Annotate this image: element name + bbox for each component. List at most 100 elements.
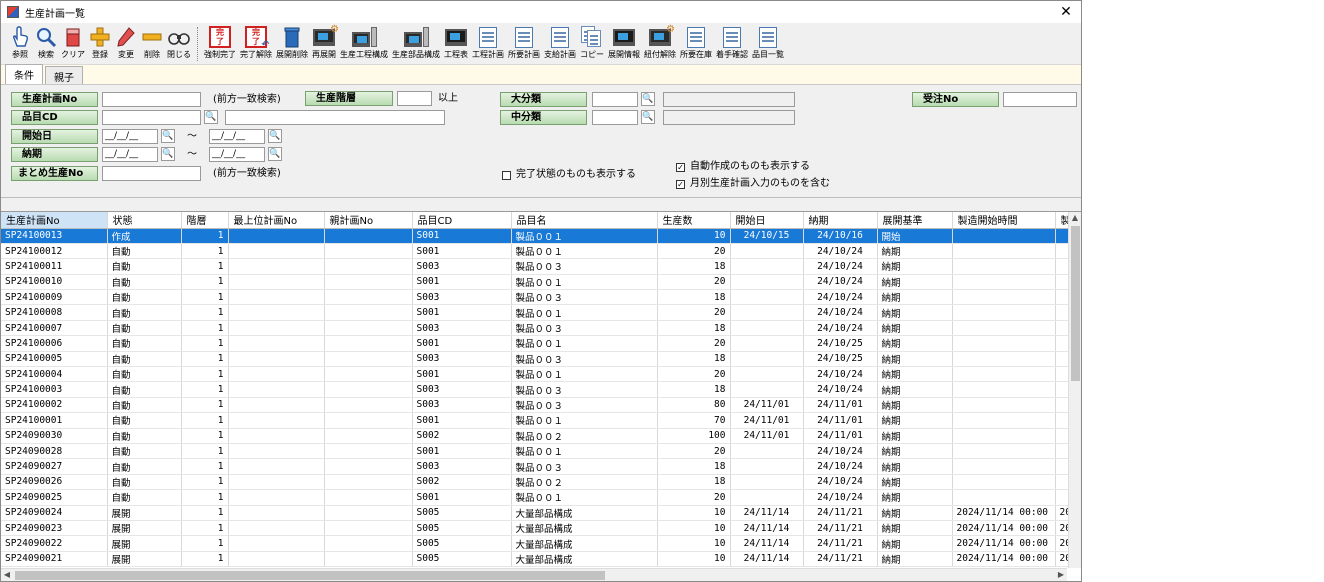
table-cell: S003 — [412, 289, 512, 306]
column-header[interactable]: 開始日 — [730, 212, 804, 229]
toolbar-button-10[interactable]: ⚙ 再展開 — [310, 23, 339, 65]
middle-category-input[interactable] — [592, 110, 638, 125]
column-header[interactable]: 品目CD — [412, 212, 512, 229]
due-date-from-input[interactable]: __/__/__ — [102, 147, 158, 162]
column-header[interactable]: 納期 — [803, 212, 878, 229]
scroll-right-icon[interactable]: ▶ — [1055, 569, 1067, 581]
middle-category-search-icon[interactable]: 🔍 — [641, 110, 655, 124]
item-cd-search-icon[interactable]: 🔍 — [204, 110, 218, 124]
due-date-to-calendar-icon[interactable]: 🔍 — [268, 147, 282, 161]
table-cell: 24/11/14 — [730, 505, 804, 521]
table-row[interactable]: SP24100012 自動 1 S001 製品００１ 20 24/10/24 納期 — [1, 243, 1076, 260]
toolbar-button-1[interactable]: 検索 — [33, 23, 59, 65]
table-row[interactable]: SP24100001 自動 1 S001 製品００１ 70 24/11/01 24/11/01… — [1, 412, 1076, 429]
toolbar-button-5[interactable]: 削除 — [139, 23, 165, 65]
start-date-to-calendar-icon[interactable]: 🔍 — [268, 129, 282, 143]
table-row[interactable]: SP24090021 展開 1 S005 大量部品構成 10 24/11/14 24/11/2… — [1, 551, 1076, 568]
toolbar-button-21[interactable]: 着手確認 — [714, 23, 750, 65]
document-icon — [549, 26, 571, 48]
summary-no-input[interactable] — [102, 166, 201, 181]
toolbar-button-0[interactable]: 参照 — [7, 23, 33, 65]
column-header[interactable]: 品目名 — [511, 212, 658, 229]
table-row[interactable]: SP24090024 展開 1 S005 大量部品構成 10 24/11/14 24/11/2… — [1, 505, 1076, 521]
show-auto-checkbox[interactable]: ✓ 自動作成のものも表示する — [676, 161, 810, 173]
table-row[interactable]: SP24100009 自動 1 S003 製品００３ 18 24/10/24 納期 — [1, 289, 1076, 306]
order-no-input[interactable] — [1003, 92, 1077, 107]
item-cd-input[interactable] — [102, 110, 201, 125]
due-date-to-input[interactable]: __/__/__ — [209, 147, 265, 162]
toolbar-button-19[interactable]: ⚙ 紐付解除 — [642, 23, 678, 65]
table-row[interactable]: SP24100006 自動 1 S001 製品００１ 20 24/10/25 納期 — [1, 335, 1076, 352]
tab-parent-child[interactable]: 親子 — [45, 66, 83, 84]
table-row[interactable]: SP24090023 展開 1 S005 大量部品構成 10 24/11/14 24/11/2… — [1, 520, 1076, 537]
toolbar-button-9[interactable]: 展開削除 — [274, 23, 310, 65]
column-header[interactable]: 生産計画No — [1, 212, 108, 229]
table-row[interactable]: SP24100004 自動 1 S001 製品００１ 20 24/10/24 納期 — [1, 366, 1076, 383]
column-header[interactable]: 展開基準 — [877, 212, 953, 229]
vertical-scrollbar[interactable]: ▲ — [1068, 212, 1081, 568]
table-cell: 10 — [657, 535, 731, 552]
table-row[interactable]: SP24090028 自動 1 S001 製品００１ 20 24/10/24 納期 — [1, 443, 1076, 460]
toolbar-button-17[interactable]: コピー — [578, 23, 606, 65]
major-category-search-icon[interactable]: 🔍 — [641, 92, 655, 106]
table-row[interactable]: SP24090022 展開 1 S005 大量部品構成 10 24/11/14 24/11/2… — [1, 535, 1076, 552]
table-row[interactable]: SP24090030 自動 1 S002 製品００２ 100 24/11/01 24/11/0… — [1, 428, 1076, 444]
show-completed-checkbox[interactable]: 完了状態のものも表示する — [502, 169, 636, 181]
table-cell: 80 — [657, 397, 731, 414]
toolbar-button-15[interactable]: 所要計画 — [506, 23, 542, 65]
scroll-up-icon[interactable]: ▲ — [1069, 212, 1081, 224]
horizontal-scroll-thumb[interactable] — [15, 571, 605, 580]
column-header[interactable]: 階層 — [181, 212, 229, 229]
column-header[interactable]: 最上位計画No — [228, 212, 325, 229]
column-header[interactable]: 親計画No — [324, 212, 413, 229]
due-date-from-calendar-icon[interactable]: 🔍 — [161, 147, 175, 161]
toolbar-button-20[interactable]: 所要在庫 — [678, 23, 714, 65]
column-header[interactable]: 生産数 — [657, 212, 731, 229]
include-monthly-checkbox[interactable]: ✓ 月別生産計画入力のものを含む — [676, 178, 830, 190]
column-header[interactable]: 製造開始時間 — [952, 212, 1056, 229]
plan-no-input[interactable] — [102, 92, 201, 107]
horizontal-scrollbar[interactable]: ◀ ▶ — [1, 568, 1067, 581]
table-row[interactable]: SP24100005 自動 1 S003 製品００３ 18 24/10/25 納期 — [1, 351, 1076, 368]
toolbar-button-3[interactable]: 登録 — [87, 23, 113, 65]
table-row[interactable]: SP24100003 自動 1 S003 製品００３ 18 24/10/24 納期 — [1, 381, 1076, 398]
start-date-from-input[interactable]: __/__/__ — [102, 129, 158, 144]
table-row[interactable]: SP24090025 自動 1 S001 製品００１ 20 24/10/24 納期 — [1, 489, 1076, 506]
tab-conditions[interactable]: 条件 — [5, 64, 43, 84]
toolbar-button-18[interactable]: 展開情報 — [606, 23, 642, 65]
start-date-to-input[interactable]: __/__/__ — [209, 129, 265, 144]
table-row[interactable]: SP24100011 自動 1 S003 製品００３ 18 24/10/24 納期 — [1, 258, 1076, 275]
include-monthly-label: 月別生産計画入力のものを含む — [690, 178, 830, 189]
table-cell: 製品００３ — [511, 458, 658, 475]
toolbar-button-4[interactable]: 変更 — [113, 23, 139, 65]
table-row[interactable]: SP24100010 自動 1 S001 製品００１ 20 24/10/24 納期 — [1, 274, 1076, 291]
table-cell: 24/11/01 — [803, 412, 878, 429]
table-cell — [952, 228, 1056, 244]
table-row[interactable]: SP24090026 自動 1 S002 製品００２ 18 24/10/24 納期 — [1, 474, 1076, 491]
table-row[interactable]: SP24090027 自動 1 S003 製品００３ 18 24/10/24 納期 — [1, 458, 1076, 475]
toolbar-button-12[interactable]: 生産部品構成 — [390, 23, 442, 65]
toolbar-button-16[interactable]: 支給計画 — [542, 23, 578, 65]
table-row[interactable]: SP24100008 自動 1 S001 製品００１ 20 24/10/24 納期 — [1, 304, 1076, 321]
column-header[interactable]: 状態 — [107, 212, 182, 229]
toolbar-button-8[interactable]: 完了 ↶ 完了解除 — [238, 23, 274, 65]
toolbar-button-7[interactable]: 完了強制完了 — [202, 23, 238, 65]
table-row[interactable]: SP24100013 作成 1 S001 製品００１ 10 24/10/15 24/10/16… — [1, 228, 1076, 244]
toolbar-button-2[interactable]: クリア — [59, 23, 87, 65]
toolbar-button-6[interactable]: 閉じる — [165, 23, 193, 65]
table-cell: 24/10/25 — [803, 351, 878, 368]
toolbar-button-22[interactable]: 品目一覧 — [750, 23, 786, 65]
toolbar-button-13[interactable]: 工程表 — [442, 23, 470, 65]
vertical-scroll-thumb[interactable] — [1071, 226, 1080, 381]
start-date-from-calendar-icon[interactable]: 🔍 — [161, 129, 175, 143]
toolbar-button-label: 工程表 — [444, 50, 468, 59]
major-category-input[interactable] — [592, 92, 638, 107]
table-row[interactable]: SP24100007 自動 1 S003 製品００３ 18 24/10/24 納期 — [1, 320, 1076, 337]
toolbar-button-11[interactable]: 生産工程構成 — [338, 23, 390, 65]
level-input[interactable] — [397, 91, 432, 106]
toolbar-button-14[interactable]: 工程計画 — [470, 23, 506, 65]
table-row[interactable]: SP24100002 自動 1 S003 製品００３ 80 24/11/01 24/11/01… — [1, 397, 1076, 414]
close-button[interactable]: ✕ — [1057, 3, 1075, 21]
scroll-left-icon[interactable]: ◀ — [1, 569, 13, 581]
table-cell: SP24100012 — [1, 243, 108, 260]
